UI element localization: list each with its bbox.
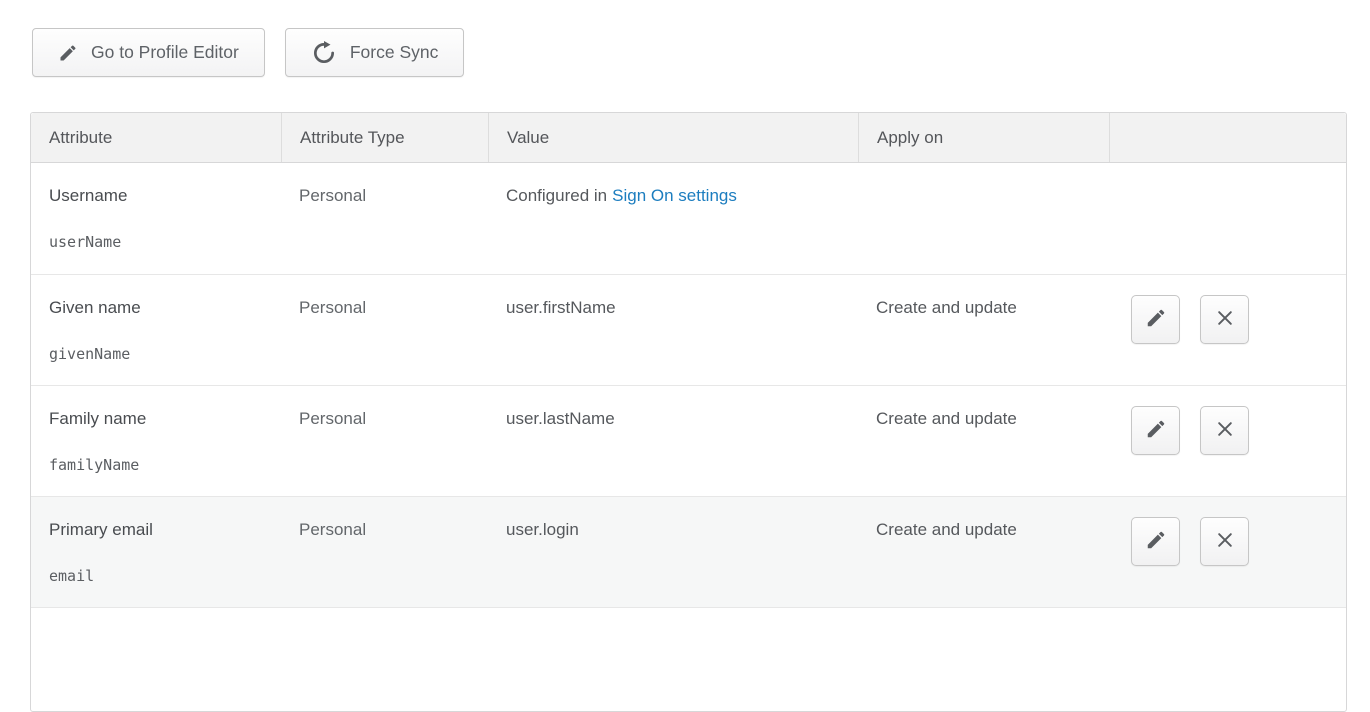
x-icon <box>1215 419 1235 442</box>
attribute-label: Username <box>49 186 271 206</box>
header-attribute: Attribute <box>31 113 281 162</box>
refresh-icon <box>311 40 337 66</box>
value-expression-text: user.login <box>506 520 579 607</box>
value-cell: user.lastName <box>488 386 858 496</box>
apply-on-text: Create and update <box>876 298 1017 317</box>
attribute-type-text: Personal <box>299 298 366 317</box>
apply-on-cell: Create and update <box>858 497 1109 607</box>
edit-attribute-button[interactable] <box>1131 517 1180 566</box>
go-to-profile-editor-label: Go to Profile Editor <box>91 42 239 63</box>
x-icon <box>1215 308 1235 331</box>
pencil-icon <box>1145 418 1167 443</box>
header-apply-on: Apply on <box>858 113 1109 162</box>
edit-attribute-button[interactable] <box>1131 295 1180 344</box>
attribute-label: Primary email <box>49 520 271 540</box>
apply-on-cell: Create and update <box>858 386 1109 496</box>
table-row-primary-email: Primary email email Personal user.login … <box>31 496 1346 607</box>
pencil-icon <box>1145 529 1167 554</box>
x-icon <box>1215 530 1235 553</box>
edit-attribute-button[interactable] <box>1131 406 1180 455</box>
value-cell: Configured in Sign On settings <box>488 163 858 274</box>
header-attribute-type: Attribute Type <box>281 113 488 162</box>
delete-attribute-button[interactable] <box>1200 406 1249 455</box>
actions-cell <box>1109 275 1346 385</box>
table-row-username: Username userName Personal Configured in… <box>31 163 1346 274</box>
attribute-type-text: Personal <box>299 186 366 205</box>
force-sync-label: Force Sync <box>350 42 439 63</box>
pencil-icon <box>1145 307 1167 332</box>
attribute-cell: Primary email email <box>31 497 281 607</box>
value-expression-text: user.lastName <box>506 409 615 496</box>
delete-attribute-button[interactable] <box>1200 517 1249 566</box>
attribute-variable-name: userName <box>49 233 271 251</box>
attribute-variable-name: email <box>49 567 271 585</box>
toolbar: Go to Profile Editor Force Sync <box>32 28 464 77</box>
delete-attribute-button[interactable] <box>1200 295 1249 344</box>
attribute-cell: Username userName <box>31 163 281 274</box>
value-expression-text: user.firstName <box>506 298 616 385</box>
apply-on-text: Create and update <box>876 409 1017 428</box>
apply-on-text: Create and update <box>876 520 1017 539</box>
value-cell: user.login <box>488 497 858 607</box>
attribute-type-text: Personal <box>299 409 366 428</box>
header-actions <box>1109 113 1346 162</box>
actions-cell <box>1109 163 1346 274</box>
attribute-type-cell: Personal <box>281 497 488 607</box>
attribute-cell: Given name givenName <box>31 275 281 385</box>
attribute-type-text: Personal <box>299 520 366 539</box>
attribute-label: Given name <box>49 298 271 318</box>
header-value: Value <box>488 113 858 162</box>
actions-cell <box>1109 386 1346 496</box>
table-row-given-name: Given name givenName Personal user.first… <box>31 274 1346 385</box>
pencil-icon <box>58 43 78 63</box>
apply-on-cell: Create and update <box>858 275 1109 385</box>
attribute-type-cell: Personal <box>281 275 488 385</box>
attribute-variable-name: familyName <box>49 456 271 474</box>
attribute-type-cell: Personal <box>281 386 488 496</box>
attribute-cell: Family name familyName <box>31 386 281 496</box>
go-to-profile-editor-button[interactable]: Go to Profile Editor <box>32 28 265 77</box>
force-sync-button[interactable]: Force Sync <box>285 28 465 77</box>
value-cell: user.firstName <box>488 275 858 385</box>
attribute-mappings-table: Attribute Attribute Type Value Apply on … <box>30 112 1347 712</box>
table-row-partial <box>31 607 1346 687</box>
actions-cell <box>1109 497 1346 607</box>
table-row-family-name: Family name familyName Personal user.las… <box>31 385 1346 496</box>
attribute-variable-name: givenName <box>49 345 271 363</box>
table-header-row: Attribute Attribute Type Value Apply on <box>31 113 1346 163</box>
attribute-type-cell: Personal <box>281 163 488 274</box>
value-prefix-text: Configured in <box>506 186 607 274</box>
apply-on-cell <box>858 163 1109 274</box>
sign-on-settings-link[interactable]: Sign On settings <box>612 186 737 274</box>
attribute-label: Family name <box>49 409 271 429</box>
